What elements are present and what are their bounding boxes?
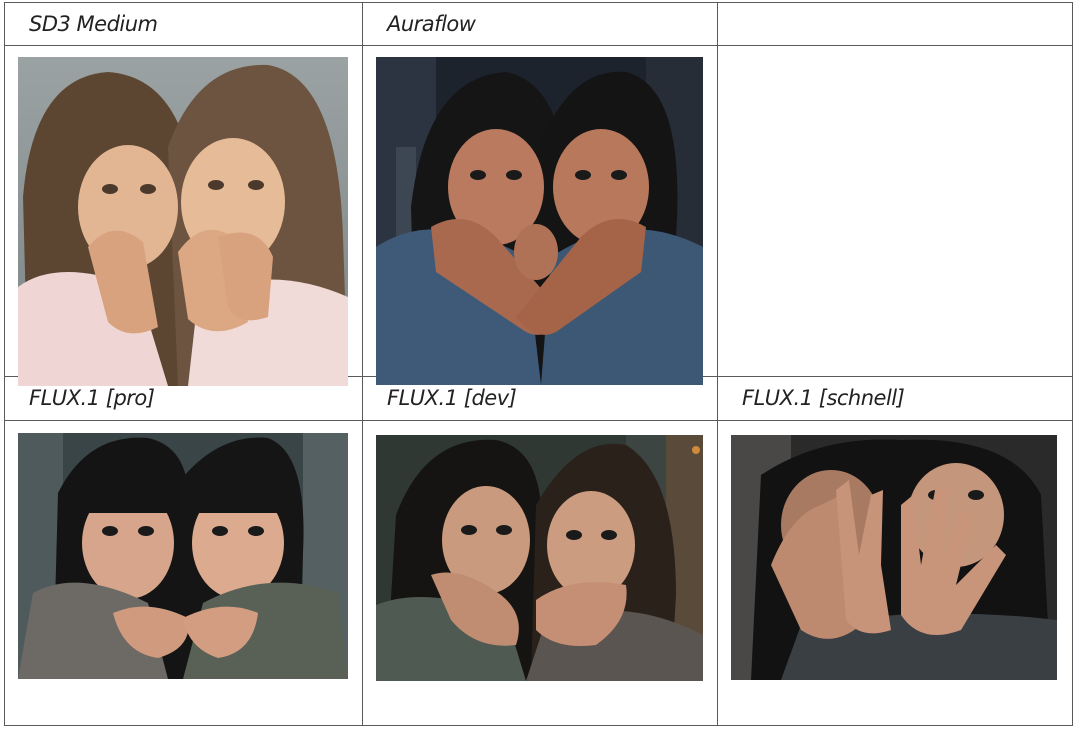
flux-schnell-image	[731, 434, 1057, 680]
cell-auraflow-image	[362, 45, 718, 386]
header-row-1: SD3 Medium Auraflow	[4, 1, 1073, 47]
header-flux-schnell: FLUX.1 [schnell]	[717, 376, 1073, 421]
flux-dev-image	[376, 434, 703, 681]
flux-pro-image	[18, 432, 348, 679]
header-flux-pro: FLUX.1 [pro]	[4, 376, 363, 421]
header-sd3-medium: SD3 Medium	[4, 1, 363, 47]
header-row-2: FLUX.1 [pro] FLUX.1 [dev] FLUX.1 [schnel…	[4, 376, 1073, 421]
cell-sd3-image	[4, 45, 363, 387]
model-comparison-table: SD3 Medium Auraflow FLUX.1 [pro] FLUX.1 …	[4, 1, 1073, 727]
sd3-medium-image	[18, 57, 348, 387]
header-empty	[717, 1, 1073, 47]
cell-flux-pro-image	[4, 419, 363, 727]
header-flux-dev: FLUX.1 [dev]	[362, 376, 718, 421]
auraflow-image	[376, 57, 703, 386]
image-row-1	[4, 45, 1073, 387]
cell-empty	[717, 45, 1073, 378]
cell-flux-schnell-image	[717, 419, 1073, 727]
header-auraflow: Auraflow	[362, 1, 718, 47]
image-row-2	[4, 419, 1073, 727]
cell-flux-dev-image	[362, 419, 718, 727]
